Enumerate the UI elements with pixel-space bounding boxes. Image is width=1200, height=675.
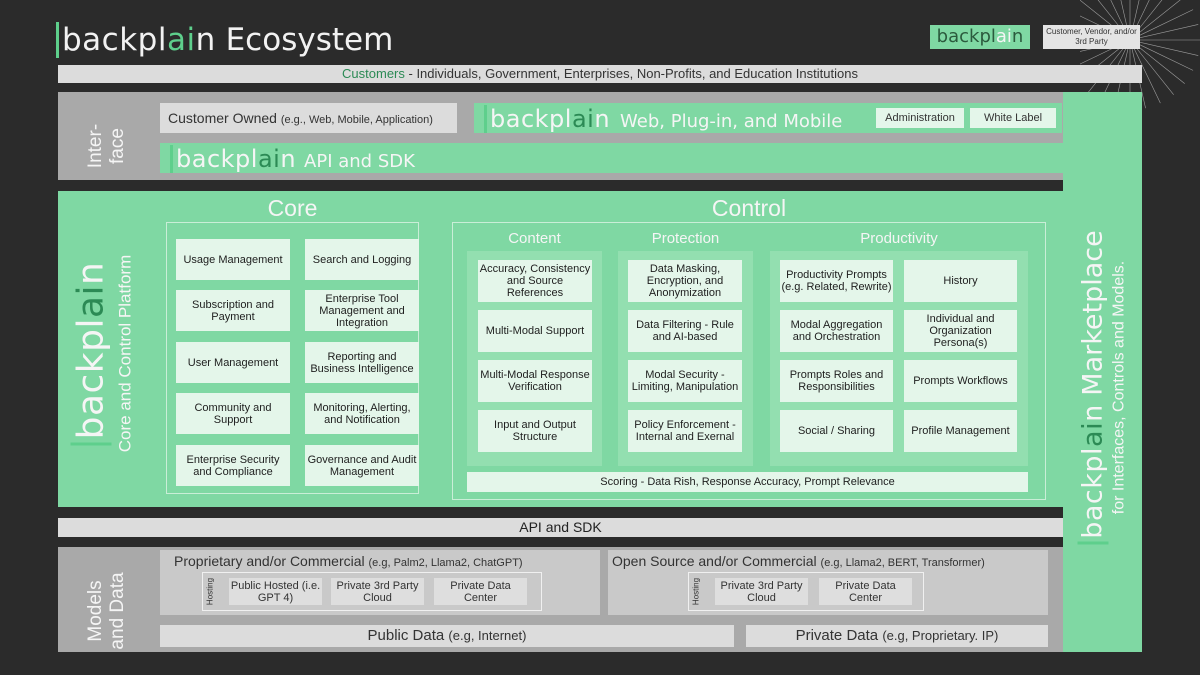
legend-backplain: backplain [930,25,1030,49]
content-item: Multi-Modal Response Verification [478,360,592,402]
core-item: Governance and Audit Management [305,445,419,486]
white-label-pill: White Label [970,108,1056,128]
content-title: Content [508,230,561,247]
productivity-item: Prompts Roles and Responsibilities [780,360,893,402]
marketplace-bar: backplain Marketplace for Interfaces, Co… [1063,92,1142,652]
hosting-option: Private 3rd Party Cloud [331,578,424,605]
productivity-title: Productivity [860,230,938,247]
scoring-bar: Scoring - Data Rish, Response Accuracy, … [467,472,1028,492]
productivity-item: Profile Management [904,410,1017,452]
content-item: Accuracy, Consistency and Source Referen… [478,260,592,302]
legend-party: Customer, Vendor, and/or 3rd Party [1043,25,1140,49]
core-title: Core [267,195,318,221]
productivity-item: Individual and Organization Persona(s) [904,310,1017,352]
content-item: Multi-Modal Support [478,310,592,352]
brand-wordmark: backplain [70,199,112,509]
api-sdk-interface-box: backplain API and SDK [160,143,1063,173]
core-item: Subscription and Payment [176,290,290,331]
core-item: Search and Logging [305,239,419,280]
hosting-option: Private Data Center [434,578,527,605]
brand-wordmark: backplain [484,105,611,133]
protection-item: Data Masking, Encryption, and Anonymizat… [628,260,742,302]
page-title: backplain Ecosystem [56,22,393,58]
brand-wordmark: backplain [1077,404,1109,545]
customer-owned-box: Customer Owned (e.g., Web, Mobile, Appli… [160,103,457,133]
public-data-bar: Public Data (e.g, Internet) [160,625,734,647]
hosting-option: Public Hosted (i.e. GPT 4) [229,578,322,605]
private-data-bar: Private Data (e.g, Proprietary. IP) [746,625,1048,647]
core-item: Community and Support [176,393,290,434]
hosting-option: Private Data Center [819,578,912,605]
core-item: Reporting and Business Intelligence [305,342,419,383]
protection-item: Policy Enforcement - Internal and Exerna… [628,410,742,452]
hosting-group: Hosting Private 3rd Party Cloud Private … [688,572,924,611]
brand-wordmark: backplain [170,145,297,173]
administration-pill: Administration [876,108,964,128]
productivity-item: Productivity Prompts (e.g. Related, Rewr… [780,260,893,302]
content-item: Input and Output Structure [478,410,592,452]
core-item: Monitoring, Alerting, and Notification [305,393,419,434]
hosting-option: Private 3rd Party Cloud [715,578,808,605]
protection-item: Data Filtering - Rule and AI-based [628,310,742,352]
protection-item: Modal Security - Limiting, Manipulation [628,360,742,402]
open-source-box: Open Source and/or Commercial (e.g, Llam… [608,550,1048,615]
productivity-item: Modal Aggregation and Orchestration [780,310,893,352]
control-title: Control [711,195,787,221]
protection-title: Protection [651,230,720,247]
productivity-item: Social / Sharing [780,410,893,452]
core-item: Enterprise Security and Compliance [176,445,290,486]
proprietary-box: Proprietary and/or Commercial (e.g, Palm… [160,550,600,615]
web-plugin-mobile-box: backplain Web, Plug-in, and Mobile Admini… [474,103,1062,133]
productivity-item: History [904,260,1017,302]
core-item: Enterprise Tool Management and Integrati… [305,290,419,331]
api-sdk-bar: API and SDK [58,518,1063,537]
productivity-item: Prompts Workflows [904,360,1017,402]
models-label: Models and Data [85,572,128,650]
core-item: User Management [176,342,290,383]
interface-label: Inter-face [85,123,128,169]
brand-wordmark: backplain [56,22,216,58]
core-item: Usage Management [176,239,290,280]
customers-bar: Customers - Individuals, Government, Ent… [58,65,1142,83]
hosting-group: Hosting Public Hosted (i.e. GPT 4) Priva… [202,572,542,611]
